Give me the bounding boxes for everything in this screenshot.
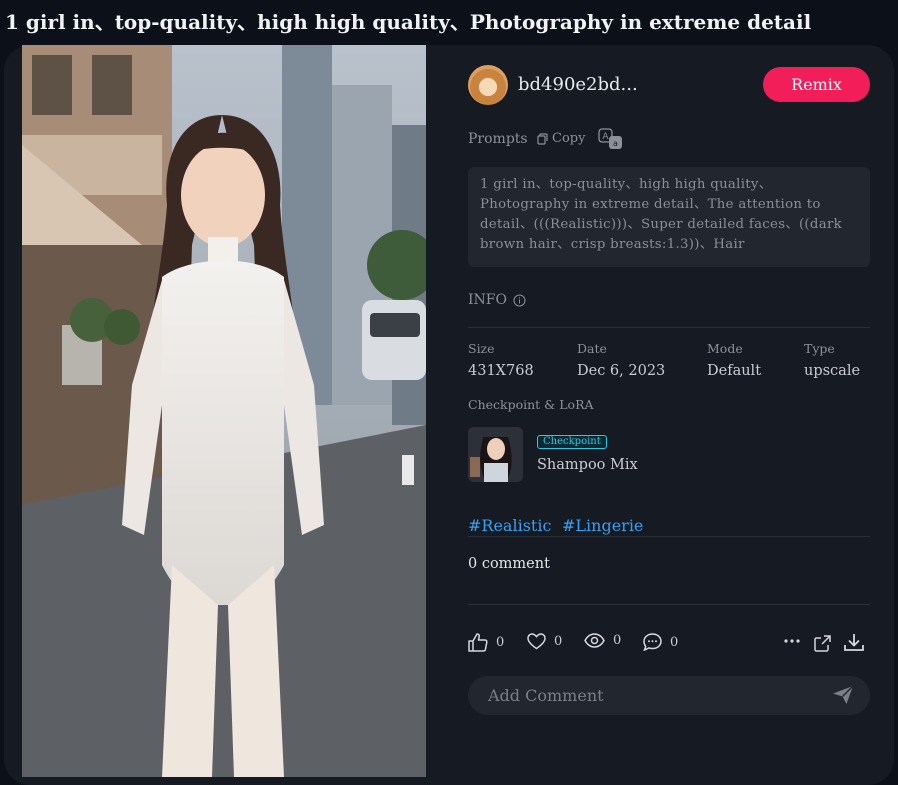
page-title: 1 girl in、top-quality、high high quality、… <box>5 10 812 34</box>
divider <box>468 536 870 537</box>
generated-image[interactable] <box>22 45 426 777</box>
tag-realistic[interactable]: #Realistic <box>468 516 551 535</box>
favorite-button[interactable]: 0 <box>527 633 562 650</box>
comment-count: 0 comment <box>468 556 550 572</box>
svg-text:a: a <box>613 139 618 148</box>
info-header: INFO <box>468 292 526 308</box>
type-label: Type <box>804 341 835 356</box>
info-label: INFO <box>468 292 507 308</box>
checkpoint-thumbnail-illustration <box>468 427 523 482</box>
divider <box>468 327 870 328</box>
copy-prompt-button[interactable]: Copy <box>537 131 585 146</box>
divider <box>468 604 870 605</box>
date-label: Date <box>577 341 607 356</box>
size-label: Size <box>468 341 495 356</box>
like-button[interactable]: 0 <box>468 633 504 652</box>
download-icon[interactable] <box>843 631 865 653</box>
tag-lingerie[interactable]: #Lingerie <box>562 516 643 535</box>
send-icon[interactable] <box>832 685 854 709</box>
image-illustration <box>22 45 426 777</box>
more-horizontal-icon[interactable] <box>781 630 803 652</box>
mode-label: Mode <box>707 341 743 356</box>
checkpoint-thumbnail[interactable] <box>468 427 523 482</box>
thumbs-up-icon <box>468 633 488 652</box>
mode-value: Default <box>707 363 762 379</box>
views-stat: 0 <box>584 633 621 648</box>
prompt-text: 1 girl in、top-quality、high high quality、… <box>468 167 870 267</box>
info-icon[interactable] <box>513 294 526 307</box>
checkpoint-badge: Checkpoint <box>537 435 607 449</box>
checkpoint-section-label: Checkpoint & LoRA <box>468 397 594 412</box>
comment-stat[interactable]: 0 <box>643 633 678 651</box>
user-avatar[interactable] <box>468 65 508 105</box>
views-count: 0 <box>613 633 622 648</box>
copy-label: Copy <box>552 131 586 146</box>
external-link-icon[interactable] <box>811 632 833 654</box>
comment-stat-count: 0 <box>670 634 679 650</box>
favorite-count: 0 <box>554 634 563 649</box>
size-value: 431X768 <box>468 363 534 379</box>
copy-icon <box>537 132 548 145</box>
comment-input[interactable] <box>486 685 820 706</box>
svg-text:A: A <box>602 132 609 142</box>
like-count: 0 <box>496 635 505 650</box>
heart-icon <box>527 633 546 650</box>
remix-button[interactable]: Remix <box>763 67 870 102</box>
date-value: Dec 6, 2023 <box>577 363 666 379</box>
prompts-label: Prompts <box>468 131 528 147</box>
type-value: upscale <box>804 363 861 379</box>
eye-icon <box>584 633 605 648</box>
checkpoint-name[interactable]: Shampoo Mix <box>537 457 638 473</box>
username[interactable]: bd490e2bd... <box>518 74 638 95</box>
chat-bubble-icon <box>643 633 662 651</box>
translate-icon[interactable]: A a <box>598 128 624 150</box>
comment-box <box>468 676 870 715</box>
